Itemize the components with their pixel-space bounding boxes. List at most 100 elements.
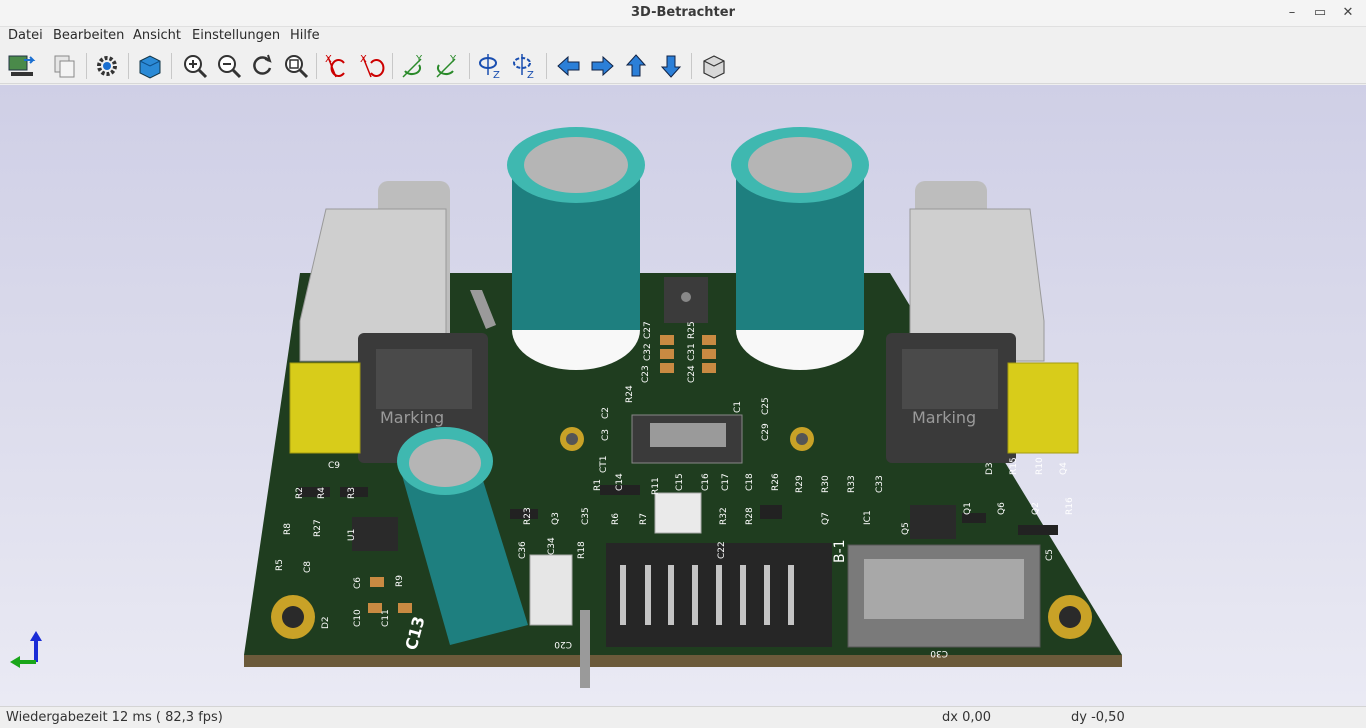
zoom-fit-icon[interactable] — [281, 51, 311, 81]
svg-text:R8: R8 — [283, 523, 293, 535]
svg-text:Q6: Q6 — [997, 502, 1007, 515]
menu-ansicht[interactable]: Ansicht — [133, 28, 181, 43]
svg-text:C17: C17 — [721, 473, 731, 491]
svg-text:C15: C15 — [675, 473, 685, 491]
reload-board-icon[interactable] — [6, 51, 36, 81]
svg-text:C27: C27 — [643, 321, 653, 339]
zoom-in-icon[interactable] — [180, 51, 210, 81]
marking-right: Marking — [912, 408, 976, 427]
3d-viewport[interactable]: Marking Marking C9 C13 C20 C22 C36 R2 R4… — [0, 85, 1366, 706]
render-mode-icon[interactable] — [135, 51, 165, 81]
rotate-z-cw-icon[interactable]: Z — [476, 51, 506, 81]
svg-text:D2: D2 — [321, 616, 331, 629]
svg-text:C8: C8 — [303, 561, 313, 573]
svg-text:C31: C31 — [687, 343, 697, 361]
svg-text:C20: C20 — [554, 639, 572, 649]
svg-text:C1: C1 — [733, 401, 743, 413]
svg-text:C3: C3 — [601, 429, 611, 441]
svg-text:R27: R27 — [313, 519, 323, 537]
menu-bearbeiten[interactable]: Bearbeiten — [53, 28, 124, 43]
dy-readout: dy -0,50 — [1071, 710, 1125, 725]
svg-text:R28: R28 — [745, 507, 755, 525]
svg-text:B-1: B-1 — [832, 539, 848, 563]
svg-text:C11: C11 — [381, 609, 391, 627]
svg-text:R15: R15 — [1009, 457, 1019, 475]
svg-text:R26: R26 — [771, 473, 781, 491]
svg-text:C9: C9 — [328, 461, 340, 471]
rotate-x-cw-icon[interactable]: X — [322, 51, 352, 81]
svg-text:C33: C33 — [875, 475, 885, 493]
svg-text:R4: R4 — [317, 487, 327, 499]
svg-text:R5: R5 — [275, 559, 285, 571]
pan-left-icon[interactable] — [554, 51, 584, 81]
toolbar: X X Y Y Z Z — [0, 47, 1366, 84]
svg-text:C23: C23 — [641, 365, 651, 383]
board-render: Marking Marking C9 C13 C20 C22 C36 R2 R4… — [244, 127, 1122, 688]
svg-text:C6: C6 — [353, 577, 363, 589]
svg-text:Q5: Q5 — [901, 522, 911, 535]
svg-text:Q7: Q7 — [821, 512, 831, 525]
rotate-z-ccw-icon[interactable]: Z — [510, 51, 540, 81]
svg-text:R6: R6 — [611, 513, 621, 525]
axis-indicator-icon — [10, 631, 42, 668]
svg-text:C22: C22 — [717, 541, 727, 559]
menu-datei[interactable]: Datei — [8, 28, 43, 43]
svg-text:C18: C18 — [745, 473, 755, 491]
svg-text:C35: C35 — [581, 507, 591, 525]
svg-text:C34: C34 — [547, 537, 557, 555]
svg-text:R16: R16 — [1065, 497, 1075, 515]
svg-text:C10: C10 — [353, 609, 363, 627]
svg-text:U1: U1 — [347, 529, 357, 541]
marking-left: Marking — [380, 408, 444, 427]
svg-text:R7: R7 — [639, 513, 649, 525]
settings-icon[interactable] — [92, 51, 122, 81]
minimize-icon[interactable]: – — [1280, 2, 1304, 24]
svg-text:C5: C5 — [1045, 549, 1055, 561]
render-time: Wiedergabezeit 12 ms ( 82,3 fps) — [6, 710, 223, 725]
pcb-edge — [244, 655, 1122, 667]
title-bar: 3D-Betrachter – ▭ ✕ — [0, 0, 1366, 27]
svg-text:R24: R24 — [625, 385, 635, 403]
close-icon[interactable]: ✕ — [1336, 2, 1360, 24]
svg-text:Q4: Q4 — [1059, 462, 1069, 475]
dx-readout: dx 0,00 — [942, 710, 992, 725]
svg-text:R30: R30 — [821, 475, 831, 493]
svg-text:Q2: Q2 — [1031, 502, 1041, 515]
svg-text:Q3: Q3 — [551, 512, 561, 525]
svg-text:C25: C25 — [761, 397, 771, 415]
svg-text:C32: C32 — [643, 343, 653, 361]
zoom-out-icon[interactable] — [214, 51, 244, 81]
rotate-y-cw-icon[interactable]: Y — [399, 51, 429, 81]
svg-text:R18: R18 — [577, 541, 587, 559]
svg-text:R3: R3 — [347, 487, 357, 499]
svg-text:D3: D3 — [985, 462, 995, 475]
svg-text:R2: R2 — [295, 487, 305, 499]
yellow-cap-right — [1007, 362, 1079, 454]
yellow-cap-left — [289, 362, 361, 454]
redraw-icon[interactable] — [247, 51, 277, 81]
pan-down-icon[interactable] — [656, 51, 686, 81]
svg-text:C36: C36 — [518, 541, 528, 559]
rotate-y-ccw-icon[interactable]: Y — [433, 51, 463, 81]
copy-image-icon[interactable] — [50, 51, 80, 81]
svg-text:C30: C30 — [930, 648, 948, 658]
maximize-icon[interactable]: ▭ — [1308, 2, 1332, 24]
svg-text:C2: C2 — [601, 407, 611, 419]
orthographic-icon[interactable] — [699, 51, 729, 81]
svg-text:C24: C24 — [687, 365, 697, 383]
svg-text:Q1: Q1 — [963, 502, 973, 515]
svg-text:R32: R32 — [719, 507, 729, 525]
svg-text:IC1: IC1 — [863, 510, 873, 525]
svg-text:R1: R1 — [593, 479, 603, 491]
svg-text:Z: Z — [493, 70, 500, 81]
svg-text:R11: R11 — [651, 477, 661, 495]
menu-hilfe[interactable]: Hilfe — [290, 28, 320, 43]
pan-up-icon[interactable] — [621, 51, 651, 81]
pan-right-icon[interactable] — [587, 51, 617, 81]
svg-text:Z: Z — [527, 70, 534, 81]
svg-text:C29: C29 — [761, 423, 771, 441]
rotate-x-ccw-icon[interactable]: X — [357, 51, 387, 81]
svg-text:R29: R29 — [795, 475, 805, 493]
svg-text:R25: R25 — [687, 321, 697, 339]
menu-einstellungen[interactable]: Einstellungen — [192, 28, 280, 43]
